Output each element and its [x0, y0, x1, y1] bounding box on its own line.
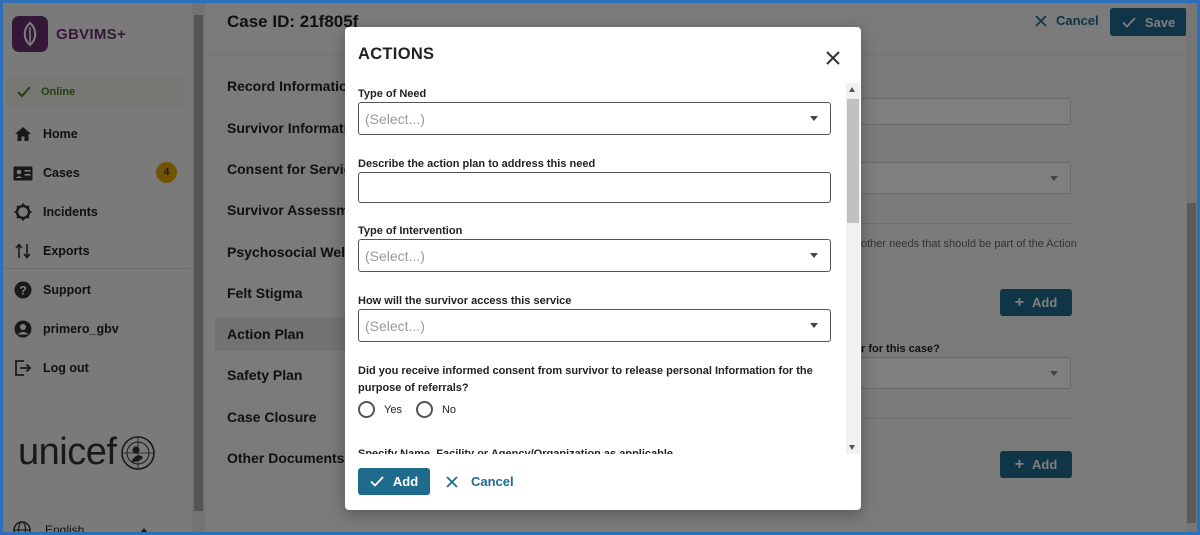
- specify-name-label: Specify Name, Facility or Agency/Organiz…: [358, 448, 674, 454]
- dialog-scrollbar-thumb[interactable]: [847, 99, 859, 223]
- app-window: GBVIMS+ Online Home Cases 4 Incidents Ex…: [3, 3, 1197, 532]
- dialog-scrollbar[interactable]: [846, 83, 860, 454]
- check-icon: [370, 476, 384, 487]
- access-service-placeholder: (Select...): [365, 317, 425, 334]
- dialog-close-button[interactable]: [823, 48, 843, 68]
- type-of-need-select[interactable]: (Select...): [358, 102, 831, 135]
- action-plan-input[interactable]: [358, 172, 831, 203]
- consent-no-label: No: [441, 403, 457, 416]
- type-of-intervention-placeholder: (Select...): [365, 247, 425, 264]
- type-of-need-placeholder: (Select...): [365, 110, 425, 127]
- dialog-title: ACTIONS: [358, 45, 435, 63]
- scroll-down-arrow-icon[interactable]: [849, 445, 855, 450]
- close-icon: [826, 51, 840, 65]
- type-of-need-label: Type of Need: [358, 88, 427, 100]
- chevron-down-icon: [810, 323, 818, 328]
- consent-yes-radio[interactable]: [358, 401, 375, 418]
- dialog-cancel-button[interactable]: Cancel: [446, 468, 514, 495]
- access-service-select[interactable]: (Select...): [358, 309, 831, 342]
- chevron-down-icon: [810, 116, 818, 121]
- consent-no-radio[interactable]: [415, 401, 433, 418]
- scroll-up-arrow-icon[interactable]: [849, 87, 855, 92]
- actions-dialog: ACTIONS Type of Need (Select...) Describ…: [345, 27, 861, 510]
- close-icon: [446, 475, 458, 488]
- type-of-intervention-select[interactable]: (Select...): [358, 239, 831, 272]
- consent-radio-group: Yes No: [358, 401, 456, 418]
- dialog-add-button[interactable]: Add: [358, 468, 430, 495]
- dialog-add-label: Add: [392, 474, 419, 489]
- dialog-body: Type of Need (Select...) Describe the ac…: [345, 85, 861, 454]
- dialog-cancel-label: Cancel: [471, 474, 514, 489]
- type-of-intervention-label: Type of Intervention: [358, 225, 463, 237]
- consent-yes-label: Yes: [384, 403, 402, 416]
- action-plan-label: Describe the action plan to address this…: [358, 158, 596, 170]
- access-service-label: How will the survivor access this servic…: [358, 295, 572, 307]
- consent-question-label: Did you receive informed consent from su…: [358, 365, 813, 394]
- chevron-down-icon: [810, 253, 818, 258]
